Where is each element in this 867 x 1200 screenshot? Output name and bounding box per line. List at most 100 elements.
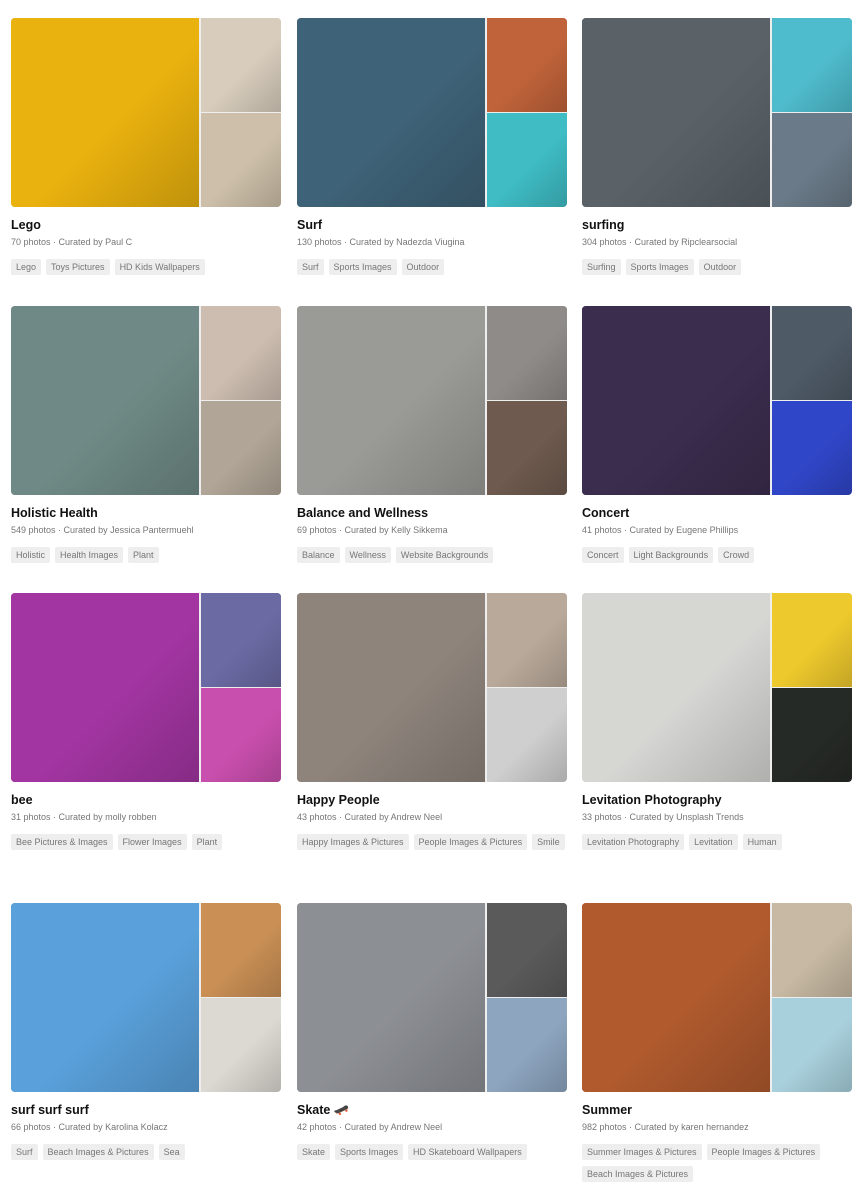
- collection-bottom-thumbnail: [487, 688, 567, 782]
- tag-chip[interactable]: Wellness: [344, 547, 391, 563]
- curator-name[interactable]: Curated by Paul C: [59, 237, 133, 247]
- collection-top-thumbnail: [772, 593, 852, 687]
- tag-chip[interactable]: Sports Images: [625, 259, 694, 275]
- collection-photo-mosaic[interactable]: [11, 18, 281, 207]
- collection-photo-mosaic[interactable]: [297, 306, 567, 495]
- collection-card[interactable]: surfing 304 photos · Curated by Ripclears…: [582, 18, 852, 275]
- curator-name[interactable]: Curated by Eugene Phillips: [630, 525, 739, 535]
- curator-name[interactable]: Curated by Andrew Neel: [345, 1122, 443, 1132]
- tag-chip[interactable]: Surf: [297, 259, 324, 275]
- collection-card[interactable]: Surf 130 photos · Curated by Nadezda Viug…: [297, 18, 567, 275]
- tag-chip[interactable]: Levitation: [689, 834, 738, 850]
- tag-chip[interactable]: Sports Images: [335, 1144, 404, 1160]
- collection-card[interactable]: surf surf surf 66 photos · Curated by Kar…: [11, 903, 281, 1160]
- tag-chip[interactable]: Outdoor: [698, 259, 742, 275]
- curator-name[interactable]: Curated by karen hernandez: [635, 1122, 749, 1132]
- collection-title[interactable]: Summer: [582, 1103, 852, 1118]
- collection-meta: 31 photos · Curated by molly robben: [11, 811, 281, 823]
- collection-photo-mosaic[interactable]: [297, 903, 567, 1092]
- collection-photo-mosaic[interactable]: [11, 903, 281, 1092]
- collection-card[interactable]: Happy People 43 photos · Curated by Andre…: [297, 593, 567, 850]
- tag-chip[interactable]: Plant: [191, 834, 223, 850]
- collection-card[interactable]: Levitation Photography 33 photos · Curate…: [582, 593, 852, 850]
- collection-meta: 70 photos · Curated by Paul C: [11, 236, 281, 248]
- tag-chip[interactable]: Concert: [582, 547, 624, 563]
- collection-card[interactable]: Skate 🛹 42 photos · Curated by Andrew Nee…: [297, 903, 567, 1160]
- tag-chip[interactable]: Outdoor: [401, 259, 445, 275]
- collection-tags: Concert Light Backgrounds Crowd: [582, 547, 854, 563]
- collection-card[interactable]: Balance and Wellness 69 photos · Curated …: [297, 306, 567, 563]
- tag-chip[interactable]: Summer Images & Pictures: [582, 1144, 702, 1160]
- curator-name[interactable]: Curated by Jessica Pantermuehl: [64, 525, 194, 535]
- collection-photo-mosaic[interactable]: [297, 593, 567, 782]
- tag-chip[interactable]: Holistic: [11, 547, 51, 563]
- curator-name[interactable]: Curated by Ripclearsocial: [635, 237, 738, 247]
- collection-photo-mosaic[interactable]: [582, 903, 852, 1092]
- collection-photo-mosaic[interactable]: [11, 593, 281, 782]
- tag-chip[interactable]: Surf: [11, 1144, 38, 1160]
- collection-photo-mosaic[interactable]: [582, 306, 852, 495]
- tag-chip[interactable]: Beach Images & Pictures: [42, 1144, 154, 1160]
- tag-chip[interactable]: Plant: [128, 547, 159, 563]
- collection-card[interactable]: bee 31 photos · Curated by molly robben Be…: [11, 593, 281, 850]
- tag-chip[interactable]: Sports Images: [328, 259, 397, 275]
- tag-chip[interactable]: Light Backgrounds: [628, 547, 714, 563]
- tag-chip[interactable]: Lego: [11, 259, 42, 275]
- tag-chip[interactable]: Smile: [532, 834, 565, 850]
- curator-name[interactable]: Curated by Kelly Sikkema: [345, 525, 448, 535]
- collection-title[interactable]: Balance and Wellness: [297, 506, 567, 521]
- curator-name[interactable]: Curated by Nadezda Viugina: [350, 237, 465, 247]
- collection-main-photo: [297, 903, 485, 1092]
- collection-card[interactable]: Summer 982 photos · Curated by karen hern…: [582, 903, 852, 1182]
- tag-chip[interactable]: Balance: [297, 547, 340, 563]
- tag-chip[interactable]: Crowd: [718, 547, 755, 563]
- collection-title[interactable]: bee: [11, 793, 281, 808]
- collection-meta: 33 photos · Curated by Unsplash Trends: [582, 811, 852, 823]
- collection-title[interactable]: surfing: [582, 218, 852, 233]
- collection-card[interactable]: Holistic Health 549 photos · Curated by J…: [11, 306, 281, 563]
- tag-chip[interactable]: Bee Pictures & Images: [11, 834, 113, 850]
- tag-chip[interactable]: Website Backgrounds: [395, 547, 494, 563]
- tag-chip[interactable]: Levitation Photography: [582, 834, 685, 850]
- collection-bottom-thumbnail: [201, 688, 281, 782]
- meta-separator: ·: [626, 237, 635, 247]
- tag-chip[interactable]: Beach Images & Pictures: [582, 1166, 694, 1182]
- collection-tags: Surf Beach Images & Pictures Sea: [11, 1144, 283, 1160]
- curator-name[interactable]: Curated by Andrew Neel: [345, 812, 443, 822]
- collection-title[interactable]: Levitation Photography: [582, 793, 852, 808]
- tag-chip[interactable]: Surfing: [582, 259, 621, 275]
- collection-meta: 66 photos · Curated by Karolina Kolacz: [11, 1121, 281, 1133]
- tag-chip[interactable]: HD Skateboard Wallpapers: [408, 1144, 527, 1160]
- collection-title[interactable]: Lego: [11, 218, 281, 233]
- collection-title[interactable]: Holistic Health: [11, 506, 281, 521]
- tag-chip[interactable]: Flower Images: [117, 834, 187, 850]
- collection-title[interactable]: Surf: [297, 218, 567, 233]
- collection-photo-mosaic[interactable]: [297, 18, 567, 207]
- tag-chip[interactable]: HD Kids Wallpapers: [114, 259, 205, 275]
- collection-bottom-thumbnail: [487, 401, 567, 495]
- collection-tags: Lego Toys Pictures HD Kids Wallpapers: [11, 259, 283, 275]
- collection-photo-mosaic[interactable]: [582, 18, 852, 207]
- collection-tags: Balance Wellness Website Backgrounds: [297, 547, 569, 563]
- collection-title[interactable]: Concert: [582, 506, 852, 521]
- collection-card[interactable]: Concert 41 photos · Curated by Eugene Phi…: [582, 306, 852, 563]
- tag-chip[interactable]: Happy Images & Pictures: [297, 834, 409, 850]
- collection-photo-mosaic[interactable]: [11, 306, 281, 495]
- collection-title[interactable]: Skate 🛹: [297, 1103, 567, 1118]
- tag-chip[interactable]: Toys Pictures: [46, 259, 110, 275]
- collection-main-photo: [582, 18, 770, 207]
- tag-chip[interactable]: Human: [742, 834, 782, 850]
- curator-name[interactable]: Curated by Karolina Kolacz: [59, 1122, 168, 1132]
- collection-photo-mosaic[interactable]: [582, 593, 852, 782]
- collection-title[interactable]: Happy People: [297, 793, 567, 808]
- meta-separator: ·: [55, 525, 64, 535]
- curator-name[interactable]: Curated by molly robben: [59, 812, 157, 822]
- tag-chip[interactable]: Sea: [158, 1144, 185, 1160]
- tag-chip[interactable]: Health Images: [55, 547, 124, 563]
- collection-title[interactable]: surf surf surf: [11, 1103, 281, 1118]
- tag-chip[interactable]: Skate: [297, 1144, 331, 1160]
- tag-chip[interactable]: People Images & Pictures: [413, 834, 528, 850]
- curator-name[interactable]: Curated by Unsplash Trends: [630, 812, 744, 822]
- collection-card[interactable]: Lego 70 photos · Curated by Paul C Lego Toy…: [11, 18, 281, 275]
- tag-chip[interactable]: People Images & Pictures: [706, 1144, 821, 1160]
